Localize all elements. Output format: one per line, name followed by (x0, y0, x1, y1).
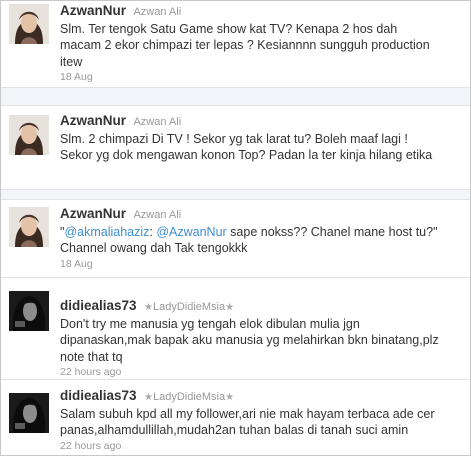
username-link[interactable]: AzwanNur (60, 206, 126, 221)
tweet-text: Don't try me manusia yg tengah elok dibu… (60, 316, 464, 365)
tweet-timestamp[interactable]: 18 Aug (60, 71, 464, 84)
mention-link[interactable]: @AzwanNur (156, 225, 226, 239)
tweet-header: AzwanNur Azwan Ali (60, 113, 464, 130)
tweet-text: Slm. 2 chimpazi Di TV ! Sekor yg tak lar… (60, 131, 464, 164)
tweet-content: AzwanNur Azwan Ali "@akmaliahaziz: @Azwa… (60, 206, 464, 271)
fullname: Azwan Ali (133, 6, 182, 18)
username-link[interactable]: didiealias73 (60, 388, 137, 403)
star-icon: ★ (225, 302, 235, 313)
avatar-didiealias73[interactable] (9, 291, 49, 331)
tweet-text: Slm. Ter tengok Satu Game show kat TV? K… (60, 21, 464, 70)
tweet-text-line: Sekor yg dok mengawan konon Top? Padan l… (60, 148, 433, 163)
avatar-azwannur[interactable] (9, 4, 49, 44)
tweet-text-line: itew (60, 54, 83, 69)
tweet-text-line: macam 2 ekor chimpazi ter lepas ? Kesian… (60, 38, 430, 53)
tweet-text-line: Salam subuh kpd all my follower,ari nie … (60, 407, 435, 421)
avatar-azwannur[interactable] (9, 115, 49, 155)
fullname: ★LadyDidieMsia★ (144, 391, 235, 403)
username-link[interactable]: AzwanNur (60, 3, 126, 18)
tweet-text-line: note that tq (60, 349, 123, 364)
username-link[interactable]: AzwanNur (60, 113, 126, 128)
twitter-timeline: AzwanNur Azwan Ali Slm. Ter tengok Satu … (0, 0, 471, 456)
timeline-gap (1, 87, 470, 106)
tweet-timestamp[interactable]: 22 hours ago (60, 440, 464, 453)
tweet-timestamp[interactable]: 22 hours ago (60, 366, 464, 379)
star-icon: ★ (144, 392, 153, 403)
tweet-text-line: Slm. 2 chimpazi Di TV ! Sekor yg tak lar… (60, 132, 408, 146)
tweet-text: Salam subuh kpd all my follower,ari nie … (60, 406, 464, 439)
tweet-content: didiealias73 ★LadyDidieMsia★ Don't try m… (60, 298, 464, 379)
avatar-didiealias73[interactable] (9, 393, 49, 433)
tweet-timestamp[interactable]: 18 Aug (60, 258, 464, 271)
tweet-text-line: Don't try me manusia yg tengah elok dibu… (60, 317, 360, 331)
tweet-item: AzwanNur Azwan Ali Slm. Ter tengok Satu … (1, 1, 470, 87)
tweet-content: AzwanNur Azwan Ali Slm. Ter tengok Satu … (60, 3, 464, 84)
tweet-text: "@akmaliahaziz: @AzwanNur sape nokss?? C… (60, 224, 464, 257)
tweet-header: didiealias73 ★LadyDidieMsia★ (60, 298, 464, 315)
fullname: Azwan Ali (133, 209, 182, 221)
tweet-header: AzwanNur Azwan Ali (60, 206, 464, 223)
username-link[interactable]: didiealias73 (60, 298, 137, 313)
tweet-item: AzwanNur Azwan Ali "@akmaliahaziz: @Azwa… (1, 199, 470, 278)
tweet-text-rest: sape nokss?? Chanel mane host tu?" (226, 225, 438, 239)
tweet-item: didiealias73 ★LadyDidieMsia★ Salam subuh… (1, 379, 470, 455)
tweet-item: AzwanNur Azwan Ali Slm. 2 chimpazi Di TV… (1, 105, 470, 190)
tweet-text-line: dipanaskan,mak bapak aku manusia yg mela… (60, 333, 439, 348)
tweet-content: didiealias73 ★LadyDidieMsia★ Salam subuh… (60, 388, 464, 453)
tweet-text-line: "@akmaliahaziz: @AzwanNur sape nokss?? C… (60, 224, 464, 240)
tweet-item: didiealias73 ★LadyDidieMsia★ Don't try m… (1, 277, 470, 380)
star-icon: ★ (144, 302, 153, 313)
fullname: ★LadyDidieMsia★ (144, 301, 235, 313)
tweet-text-line: Slm. Ter tengok Satu Game show kat TV? K… (60, 22, 398, 36)
tweet-content: AzwanNur Azwan Ali Slm. 2 chimpazi Di TV… (60, 113, 464, 164)
tweet-header: AzwanNur Azwan Ali (60, 3, 464, 20)
tweet-text-line: panas,alhamdullillah,mudah2an tuhan bala… (60, 423, 409, 438)
tweet-header: didiealias73 ★LadyDidieMsia★ (60, 388, 464, 405)
mention-link[interactable]: @akmaliahaziz (64, 225, 149, 239)
avatar-azwannur[interactable] (9, 207, 49, 247)
star-icon: ★ (225, 392, 235, 403)
tweet-text-line: Channel owang dah Tak tengokkk (60, 241, 248, 256)
fullname: Azwan Ali (133, 116, 182, 128)
